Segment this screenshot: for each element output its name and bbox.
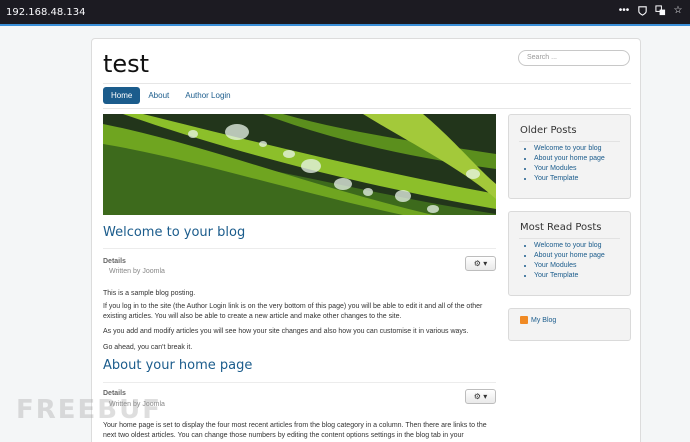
article-paragraph: If you log in to the site (the Author Lo… <box>103 303 483 320</box>
list-item[interactable]: Welcome to your blog <box>534 241 630 251</box>
article-tools-button[interactable]: ⚙ ▾ <box>465 256 496 271</box>
hero-image <box>103 114 496 215</box>
nav-about[interactable]: About <box>140 87 177 104</box>
list-item[interactable]: About your home page <box>534 251 630 261</box>
divider <box>519 141 620 142</box>
details-label: Details <box>103 258 126 265</box>
article-title[interactable]: About your home page <box>103 358 252 373</box>
author-line: Written by Joomla <box>109 268 165 275</box>
rss-icon <box>520 316 528 324</box>
star-icon[interactable]: ☆ <box>672 5 684 17</box>
list-item[interactable]: Your Template <box>534 271 630 281</box>
article-paragraph: Go ahead, you can't break it. <box>103 344 193 351</box>
nav-author-login[interactable]: Author Login <box>177 87 238 104</box>
dots-icon[interactable]: ••• <box>618 5 630 17</box>
divider <box>103 83 631 84</box>
list-item[interactable]: Your Template <box>534 174 630 184</box>
translate-icon[interactable] <box>654 5 666 17</box>
main-nav: Home About Author Login <box>103 87 239 104</box>
feed-module: My Blog <box>508 308 631 341</box>
shield-icon[interactable] <box>636 5 648 17</box>
list-item[interactable]: About your home page <box>534 154 630 164</box>
gear-icon: ⚙ <box>473 392 481 401</box>
most-read-module: Most Read Posts Welcome to your blog Abo… <box>508 211 631 296</box>
list-item[interactable]: Your Modules <box>534 164 630 174</box>
gear-icon: ⚙ <box>473 259 481 268</box>
divider <box>103 108 631 109</box>
article-title[interactable]: Welcome to your blog <box>103 225 245 240</box>
site-title[interactable]: test <box>103 50 149 78</box>
caret-down-icon: ▾ <box>483 392 488 401</box>
list-item[interactable]: Your Modules <box>534 261 630 271</box>
older-posts-module: Older Posts Welcome to your blog About y… <box>508 114 631 199</box>
module-title: Older Posts <box>520 125 577 136</box>
list-item[interactable]: Welcome to your blog <box>534 144 630 154</box>
browser-toolbar: 192.168.48.134 ••• ☆ <box>0 0 690 26</box>
caret-down-icon: ▾ <box>483 259 488 268</box>
search-input[interactable]: Search ... <box>518 50 630 66</box>
article-paragraph: As you add and modify articles you will … <box>103 328 469 335</box>
nav-home[interactable]: Home <box>103 87 141 104</box>
divider <box>103 382 496 383</box>
feed-link[interactable]: My Blog <box>531 317 556 324</box>
module-title: Most Read Posts <box>520 222 602 233</box>
article-tools-button[interactable]: ⚙ ▾ <box>465 389 496 404</box>
watermark: FREEBUF <box>16 395 162 425</box>
page-container: test Search ... Home About Author Login <box>91 38 641 442</box>
article-paragraph: This is a sample blog posting. <box>103 290 196 297</box>
divider <box>519 238 620 239</box>
divider <box>103 248 496 249</box>
address-bar[interactable]: 192.168.48.134 <box>6 7 86 18</box>
